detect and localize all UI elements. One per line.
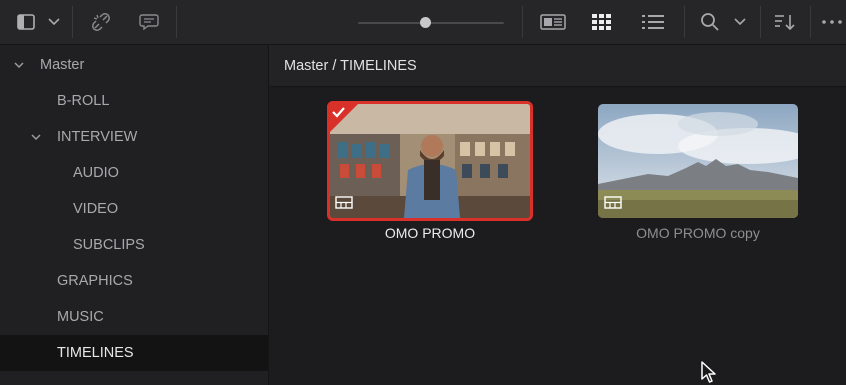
sidebar-item-audio[interactable]: AUDIO xyxy=(0,155,268,191)
metadata-burst-icon[interactable] xyxy=(132,0,166,44)
sidebar-item-label: INTERVIEW xyxy=(57,129,138,145)
sidebar-item-label: MUSIC xyxy=(57,309,104,325)
sidebar-item-label: Master xyxy=(40,57,85,73)
breadcrumb-path: Master / TIMELINES xyxy=(284,57,417,74)
panel-layout-icon[interactable] xyxy=(10,0,42,44)
sidebar-item-label: AUDIO xyxy=(73,165,119,181)
search-options-chevron-icon[interactable] xyxy=(728,0,752,44)
thumbnail-frame xyxy=(598,104,798,218)
sidebar-item-label: VIDEO xyxy=(73,201,119,217)
zoom-slider-knob[interactable] xyxy=(420,17,431,28)
toolbar xyxy=(0,0,846,45)
clip-view-icon[interactable] xyxy=(533,0,573,44)
clip-thumbnail-omo-promo[interactable] xyxy=(327,101,533,221)
clip-thumbnail-omo-promo-copy[interactable] xyxy=(598,104,798,218)
thumbnail-grid-icon[interactable] xyxy=(585,0,619,44)
sidebar-item-interview[interactable]: INTERVIEW xyxy=(0,119,268,155)
selected-check-icon xyxy=(327,101,361,135)
sidebar-item-b-roll[interactable]: B-ROLL xyxy=(0,83,268,119)
sidebar-item-music[interactable]: MUSIC xyxy=(0,299,268,335)
sidebar-item-video[interactable]: VIDEO xyxy=(0,191,268,227)
sidebar-item-graphics[interactable]: GRAPHICS xyxy=(0,263,268,299)
sidebar-item-label: SUBCLIPS xyxy=(73,237,145,253)
timeline-icon xyxy=(604,196,622,209)
chevron-down-icon[interactable] xyxy=(31,130,45,144)
clip-title[interactable]: OMO PROMO copy xyxy=(588,225,808,241)
sort-icon[interactable] xyxy=(768,0,802,44)
timeline-icon xyxy=(335,196,353,209)
zoom-slider[interactable] xyxy=(358,22,504,24)
sidebar-item-master[interactable]: Master xyxy=(0,47,268,83)
breadcrumb: Master / TIMELINES xyxy=(269,45,846,87)
chevron-down-icon[interactable] xyxy=(14,58,28,72)
sidebar-item-label: B-ROLL xyxy=(57,93,110,109)
more-options-icon[interactable] xyxy=(818,0,846,44)
landscape-thumbnail-image xyxy=(598,104,798,218)
bin-sidebar: Master B-ROLL INTERVIEW AUDIO VIDEO SUBC… xyxy=(0,45,269,385)
sidebar-item-label: TIMELINES xyxy=(57,345,134,361)
clip-title[interactable]: OMO PROMO xyxy=(320,225,540,241)
unlink-icon[interactable] xyxy=(84,0,118,44)
sidebar-item-label: GRAPHICS xyxy=(57,273,133,289)
sidebar-item-timelines[interactable]: TIMELINES xyxy=(0,335,268,371)
chevron-down-icon[interactable] xyxy=(42,0,66,44)
list-view-icon[interactable] xyxy=(636,0,670,44)
mouse-cursor-icon xyxy=(701,361,716,383)
sidebar-item-subclips[interactable]: SUBCLIPS xyxy=(0,227,268,263)
search-icon[interactable] xyxy=(696,0,724,44)
